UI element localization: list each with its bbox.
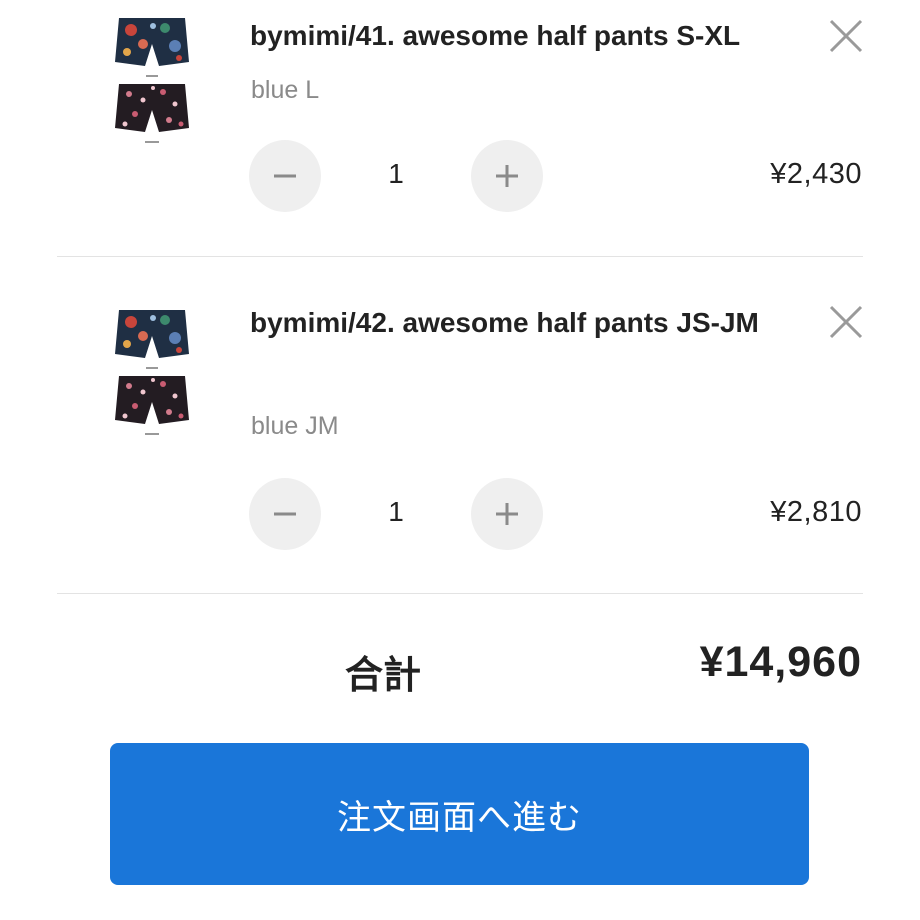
total-label: 合計 (345, 655, 422, 697)
product-title[interactable]: bymimi/41. awesome half pants S-XL (250, 11, 780, 61)
cart-item: bymimi/41. awesome half pants S-XL blue … (0, 0, 920, 258)
close-icon (829, 19, 863, 53)
thumb-label-blue (146, 75, 158, 77)
close-icon (829, 305, 863, 339)
cart-page: bymimi/41. awesome half pants S-XL blue … (0, 0, 920, 920)
shorts-black-image (115, 376, 189, 424)
shorts-blue-image (115, 18, 189, 66)
item-price: ¥2,810 (770, 496, 862, 528)
plus-icon (496, 503, 518, 525)
product-variant: blue JM (251, 412, 339, 440)
increase-quantity-button[interactable] (471, 140, 543, 212)
product-thumbnail[interactable] (92, 306, 212, 438)
remove-item-button[interactable] (826, 16, 866, 56)
product-variant: blue L (251, 76, 320, 104)
divider (57, 256, 863, 257)
shorts-blue-image (115, 310, 189, 358)
decrease-quantity-button[interactable] (249, 140, 321, 212)
product-thumbnail[interactable] (92, 14, 212, 146)
decrease-quantity-button[interactable] (249, 478, 321, 550)
shorts-black-image (115, 84, 189, 132)
minus-icon (274, 174, 296, 178)
item-price: ¥2,430 (770, 158, 862, 190)
minus-icon (274, 512, 296, 516)
increase-quantity-button[interactable] (471, 478, 543, 550)
thumb-label-blue (146, 367, 158, 369)
thumb-label-black (145, 433, 159, 435)
remove-item-button[interactable] (826, 302, 866, 342)
plus-icon (496, 165, 518, 187)
quantity-stepper: 1 ¥2,430 (0, 140, 920, 212)
quantity-value: 1 (388, 496, 404, 527)
cart-item: bymimi/42. awesome half pants JS-JM blue… (0, 258, 920, 594)
total-value: ¥14,960 (699, 638, 862, 686)
product-title[interactable]: bymimi/42. awesome half pants JS-JM (250, 298, 780, 348)
divider (57, 593, 863, 594)
quantity-value: 1 (388, 158, 404, 189)
checkout-button[interactable]: 注文画面へ進む (110, 743, 809, 885)
quantity-stepper: 1 ¥2,810 (0, 478, 920, 550)
